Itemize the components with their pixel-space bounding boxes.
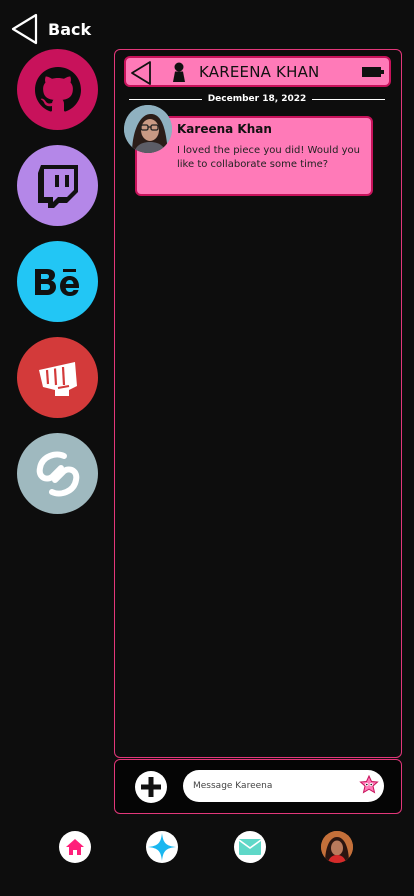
message-sender: Kareena Khan — [177, 122, 272, 136]
header-back-icon[interactable] — [128, 59, 154, 87]
message-text: I loved the piece you did! Would you lik… — [177, 145, 360, 170]
github-icon — [34, 66, 81, 112]
contact-name: KAREENA KHAN — [199, 63, 320, 81]
chat-header: KAREENA KHAN — [124, 56, 391, 87]
divider-line — [129, 98, 202, 100]
back-button[interactable]: Back — [8, 12, 91, 46]
nav-explore[interactable] — [146, 831, 178, 863]
mail-icon — [239, 839, 261, 855]
sender-avatar — [124, 105, 172, 153]
shazam-icon — [36, 451, 79, 496]
add-attachment-button[interactable] — [135, 771, 167, 803]
back-arrow-icon — [11, 13, 38, 45]
message-composer — [114, 759, 402, 814]
emoji-sticker-icon[interactable] — [359, 775, 379, 795]
nav-home[interactable] — [59, 831, 91, 863]
message-input[interactable] — [183, 770, 384, 802]
divider-line — [312, 98, 386, 100]
back-label: Back — [48, 19, 92, 39]
person-icon — [173, 62, 185, 82]
github-link[interactable] — [17, 49, 98, 130]
shazam-link[interactable] — [17, 433, 98, 514]
behance-icon — [34, 268, 79, 296]
chat-panel: KAREENA KHAN December 18, 2022 Kareena K… — [114, 49, 402, 758]
home-icon — [66, 839, 84, 855]
sparkle-icon — [148, 833, 176, 861]
twitch-icon — [37, 164, 78, 208]
riot-link[interactable] — [17, 337, 98, 418]
twitch-link[interactable] — [17, 145, 98, 226]
date-divider: December 18, 2022 — [129, 94, 386, 104]
message-date: December 18, 2022 — [207, 94, 307, 104]
battery-icon — [362, 67, 384, 77]
nav-profile[interactable] — [321, 831, 353, 863]
riot-fist-icon — [38, 361, 77, 396]
nav-messages[interactable] — [234, 831, 266, 863]
avatar — [321, 831, 353, 863]
behance-link[interactable] — [17, 241, 98, 322]
